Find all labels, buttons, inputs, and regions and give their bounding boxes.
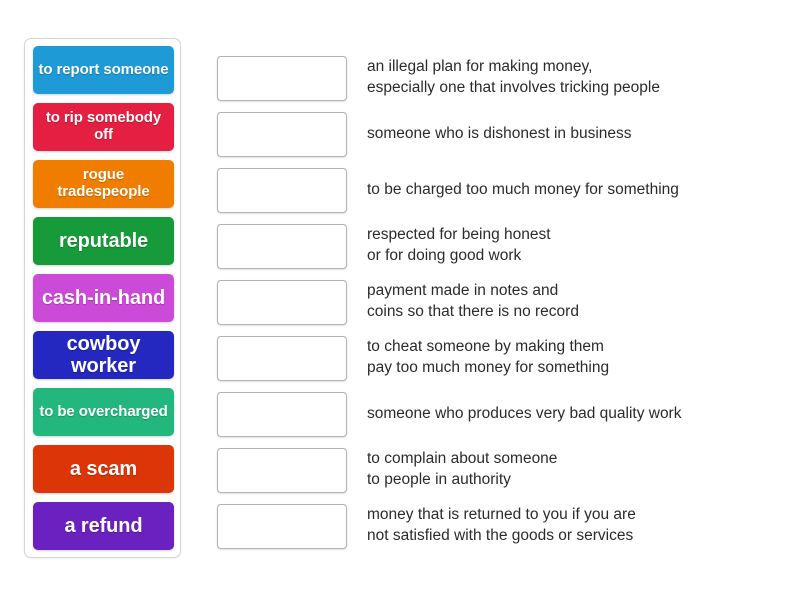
- definition-text: payment made in notes and coins so that …: [367, 282, 579, 320]
- match-row: an illegal plan for making money, especi…: [217, 50, 777, 106]
- match-row: money that is returned to you if you are…: [217, 498, 777, 554]
- answer-dropzone[interactable]: [217, 55, 347, 101]
- word-tile-label: cowboy worker: [66, 332, 141, 377]
- word-tile[interactable]: a refund: [33, 502, 174, 550]
- match-row: to cheat someone by making them pay too …: [217, 330, 777, 386]
- answer-dropzone[interactable]: [217, 111, 347, 157]
- answer-dropzone[interactable]: [217, 223, 347, 269]
- match-row: respected for being honest or for doing …: [217, 218, 777, 274]
- answer-dropzone[interactable]: [217, 167, 347, 213]
- word-tile[interactable]: cowboy worker: [33, 331, 174, 379]
- definition-text: to complain about someone to people in a…: [367, 450, 558, 488]
- definition-text: money that is returned to you if you are…: [367, 506, 636, 544]
- match-row: payment made in notes and coins so that …: [217, 274, 777, 330]
- answer-dropzone[interactable]: [217, 391, 347, 437]
- definition-text: someone who produces very bad quality wo…: [367, 404, 682, 422]
- definition-text: someone who is dishonest in business: [367, 124, 632, 142]
- match-row: someone who is dishonest in business: [217, 106, 777, 162]
- word-tile-label: reputable: [58, 229, 149, 252]
- match-row: to complain about someone to people in a…: [217, 442, 777, 498]
- word-tile[interactable]: to rip somebody off: [33, 103, 174, 151]
- definition-text: an illegal plan for making money, especi…: [367, 58, 660, 96]
- word-tile-label: cash-in-hand: [41, 286, 166, 309]
- word-tile-label: rogue tradespeople: [57, 166, 150, 200]
- word-tile-label: to be overcharged: [39, 402, 168, 420]
- word-tile[interactable]: to be overcharged: [33, 388, 174, 436]
- word-tile[interactable]: a scam: [33, 445, 174, 493]
- answer-dropzone[interactable]: [217, 279, 347, 325]
- word-tile[interactable]: to report someone: [33, 46, 174, 94]
- word-tile[interactable]: cash-in-hand: [33, 274, 174, 322]
- answer-dropzone[interactable]: [217, 447, 347, 493]
- word-tile-label: to report someone: [38, 60, 169, 78]
- match-row: someone who produces very bad quality wo…: [217, 386, 777, 442]
- word-tile[interactable]: reputable: [33, 217, 174, 265]
- answer-dropzone[interactable]: [217, 503, 347, 549]
- word-tile-label: a refund: [64, 514, 143, 537]
- word-tile-panel: to report someone to rip somebody off ro…: [24, 38, 181, 558]
- match-row: to be charged too much money for somethi…: [217, 162, 777, 218]
- definition-text: to cheat someone by making them pay too …: [367, 338, 610, 376]
- match-up-activity: to report someone to rip somebody off ro…: [0, 0, 800, 600]
- word-tile-label: to rip somebody off: [45, 109, 162, 143]
- answer-dropzone[interactable]: [217, 335, 347, 381]
- definition-text: respected for being honest or for doing …: [367, 226, 551, 264]
- word-tile[interactable]: rogue tradespeople: [33, 160, 174, 208]
- definition-text: to be charged too much money for somethi…: [367, 180, 679, 198]
- word-tile-label: a scam: [69, 457, 138, 480]
- definition-rows: an illegal plan for making money, especi…: [217, 50, 777, 554]
